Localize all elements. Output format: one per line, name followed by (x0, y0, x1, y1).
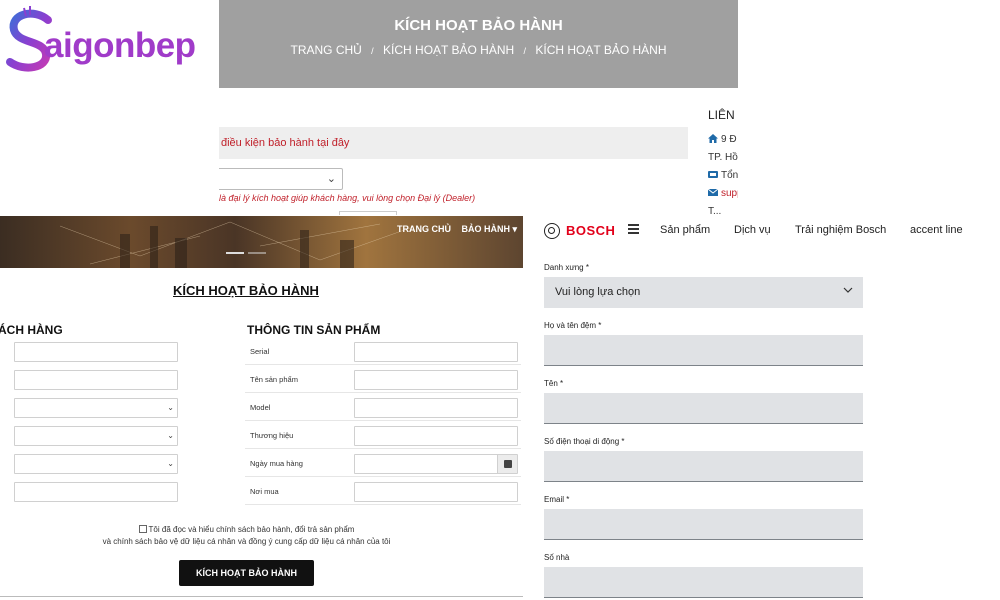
nav-accent-line[interactable]: accent line (910, 224, 963, 236)
serial-input[interactable] (354, 342, 518, 362)
section-customer-heading: ÁCH HÀNG (0, 323, 63, 337)
purchase-place-input[interactable] (354, 482, 518, 502)
salutation-label: Danh xưng * (544, 263, 589, 272)
hamburger-menu-icon[interactable] (628, 224, 639, 234)
breadcrumb: TRANG CHỦ / KÍCH HOẠT BẢO HÀNH / KÍCH HO… (219, 43, 738, 57)
consent-text-2: và chính sách bảo vệ dữ liệu cá nhân và … (102, 537, 391, 546)
warranty-conditions-link[interactable]: điều kiện bảo hành tại đây (221, 137, 349, 149)
chevron-down-icon: ⌄ (167, 459, 174, 468)
customer-address-input[interactable] (14, 482, 178, 502)
salutation-value: Vui lòng lựa chọn (555, 286, 641, 298)
purchase-place-label: Nơi mua (250, 487, 279, 496)
serial-label: Serial (250, 347, 270, 356)
hero-nav: TRANG CHỦ BẢO HÀNH ▾ (389, 224, 517, 235)
slider-dots[interactable] (226, 252, 266, 255)
product-name-input[interactable] (354, 370, 518, 390)
bosch-form-screenshot: BOSCH Sản phẩm Dịch vụ Trải nghiệm Bosch… (540, 214, 1000, 600)
row-divider (245, 364, 521, 365)
form-title: KÍCH HOẠT BẢO HÀNH (173, 283, 319, 298)
contact-heading: LIÊN (708, 108, 735, 122)
middle-name-input[interactable] (544, 335, 863, 366)
nav-home[interactable]: TRANG CHỦ (397, 224, 451, 234)
row-divider (245, 476, 521, 477)
product-name-label: Tên sản phẩm (250, 375, 298, 384)
customer-ward-select[interactable]: ⌄ (14, 454, 178, 474)
salutation-select[interactable]: Vui lòng lựa chọn (544, 277, 863, 308)
dealer-input[interactable] (339, 211, 397, 215)
bosch-armature-icon[interactable] (544, 223, 560, 239)
breadcrumb-item[interactable]: KÍCH HOẠT BẢO HÀNH (383, 43, 514, 57)
warranty-page-screenshot-2: TRANG CHỦ BẢO HÀNH ▾ KÍCH HOẠT BẢO HÀNH … (0, 216, 523, 600)
chevron-down-icon: ⌄ (326, 173, 336, 185)
customer-city-select[interactable]: ⌄ (14, 398, 178, 418)
warranty-conditions-bar: điều kiện bảo hành tại đây (219, 127, 688, 159)
customer-phone-input[interactable] (14, 370, 178, 390)
customer-name-input[interactable] (14, 342, 178, 362)
mail-icon (708, 188, 718, 196)
mobile-label: Số điện thoại di động * (544, 437, 625, 446)
middle-name-label: Họ và tên đệm * (544, 321, 602, 330)
model-label: Model (250, 403, 271, 412)
footer-divider (0, 596, 523, 597)
calendar-icon[interactable] (497, 455, 517, 473)
activate-warranty-button[interactable]: KÍCH HOẠT BẢO HÀNH (179, 560, 314, 586)
purchase-date-input[interactable] (354, 454, 518, 474)
consent-text-1: Tôi đã đọc và hiểu chính sách bảo hành, … (148, 525, 355, 534)
breadcrumb-home[interactable]: TRANG CHỦ (290, 43, 361, 57)
logo-text: aigonbep (44, 26, 196, 65)
contact-more: T... (708, 206, 722, 214)
collage-root: aigonbep KÍCH HOẠT BẢO HÀNH TRANG CHỦ / … (0, 0, 1000, 600)
contact-city: TP. Hồ (708, 152, 738, 163)
email-label: Email * (544, 495, 570, 504)
row-divider (245, 420, 521, 421)
warranty-page-screenshot-1: KÍCH HOẠT BẢO HÀNH TRANG CHỦ / KÍCH HOẠT… (219, 0, 738, 215)
model-input[interactable] (354, 398, 518, 418)
consent-checkbox[interactable] (138, 525, 147, 533)
chevron-down-icon (843, 287, 853, 293)
row-divider (245, 392, 521, 393)
brand-label: Thương hiệu (250, 431, 294, 440)
hero-banner: TRANG CHỦ BẢO HÀNH ▾ (0, 216, 523, 268)
nav-services[interactable]: Dịch vụ (734, 224, 771, 236)
dealer-note: là đại lý kích hoạt giúp khách hàng, vui… (219, 193, 476, 203)
chevron-down-icon: ⌄ (167, 431, 174, 440)
nav-experience[interactable]: Trải nghiệm Bosch (795, 224, 886, 236)
chevron-down-icon: ⌄ (167, 403, 174, 412)
dealer-select[interactable]: ⌄ (219, 168, 343, 190)
contact-sidebar: LIÊN 9 Đ TP. Hồ Tổn supp T... (704, 104, 738, 214)
breadcrumb-current: KÍCH HOẠT BẢO HÀNH (535, 43, 667, 57)
row-divider (245, 448, 521, 449)
page-banner: KÍCH HOẠT BẢO HÀNH TRANG CHỦ / KÍCH HOẠT… (219, 0, 738, 88)
first-name-label: Tên * (544, 379, 564, 388)
nav-products[interactable]: Sản phẩm (660, 224, 710, 236)
customer-district-select[interactable]: ⌄ (14, 426, 178, 446)
breadcrumb-separator: / (371, 46, 374, 56)
contact-email[interactable]: supp (708, 188, 738, 199)
page-title: KÍCH HOẠT BẢO HÀNH (394, 17, 563, 34)
home-icon (708, 134, 718, 143)
section-product-heading: THÔNG TIN SẢN PHẨM (247, 323, 381, 337)
nav-warranty[interactable]: BẢO HÀNH ▾ (461, 224, 517, 234)
saigonbep-logo[interactable]: aigonbep (4, 6, 196, 78)
brand-input[interactable] (354, 426, 518, 446)
bosch-brand[interactable]: BOSCH (566, 223, 615, 238)
first-name-input[interactable] (544, 393, 863, 424)
mobile-input[interactable] (544, 451, 863, 482)
purchase-date-label: Ngày mua hàng (250, 459, 303, 468)
email-input[interactable] (544, 509, 863, 540)
house-number-label: Số nhà (544, 553, 570, 562)
house-number-input[interactable] (544, 567, 863, 598)
row-divider (245, 504, 521, 505)
consent-block: Tôi đã đọc và hiểu chính sách bảo hành, … (0, 524, 493, 548)
phone-icon (708, 171, 718, 178)
contact-hotline: Tổn (708, 170, 738, 181)
breadcrumb-separator: / (523, 46, 527, 56)
contact-address: 9 Đ (708, 134, 737, 145)
